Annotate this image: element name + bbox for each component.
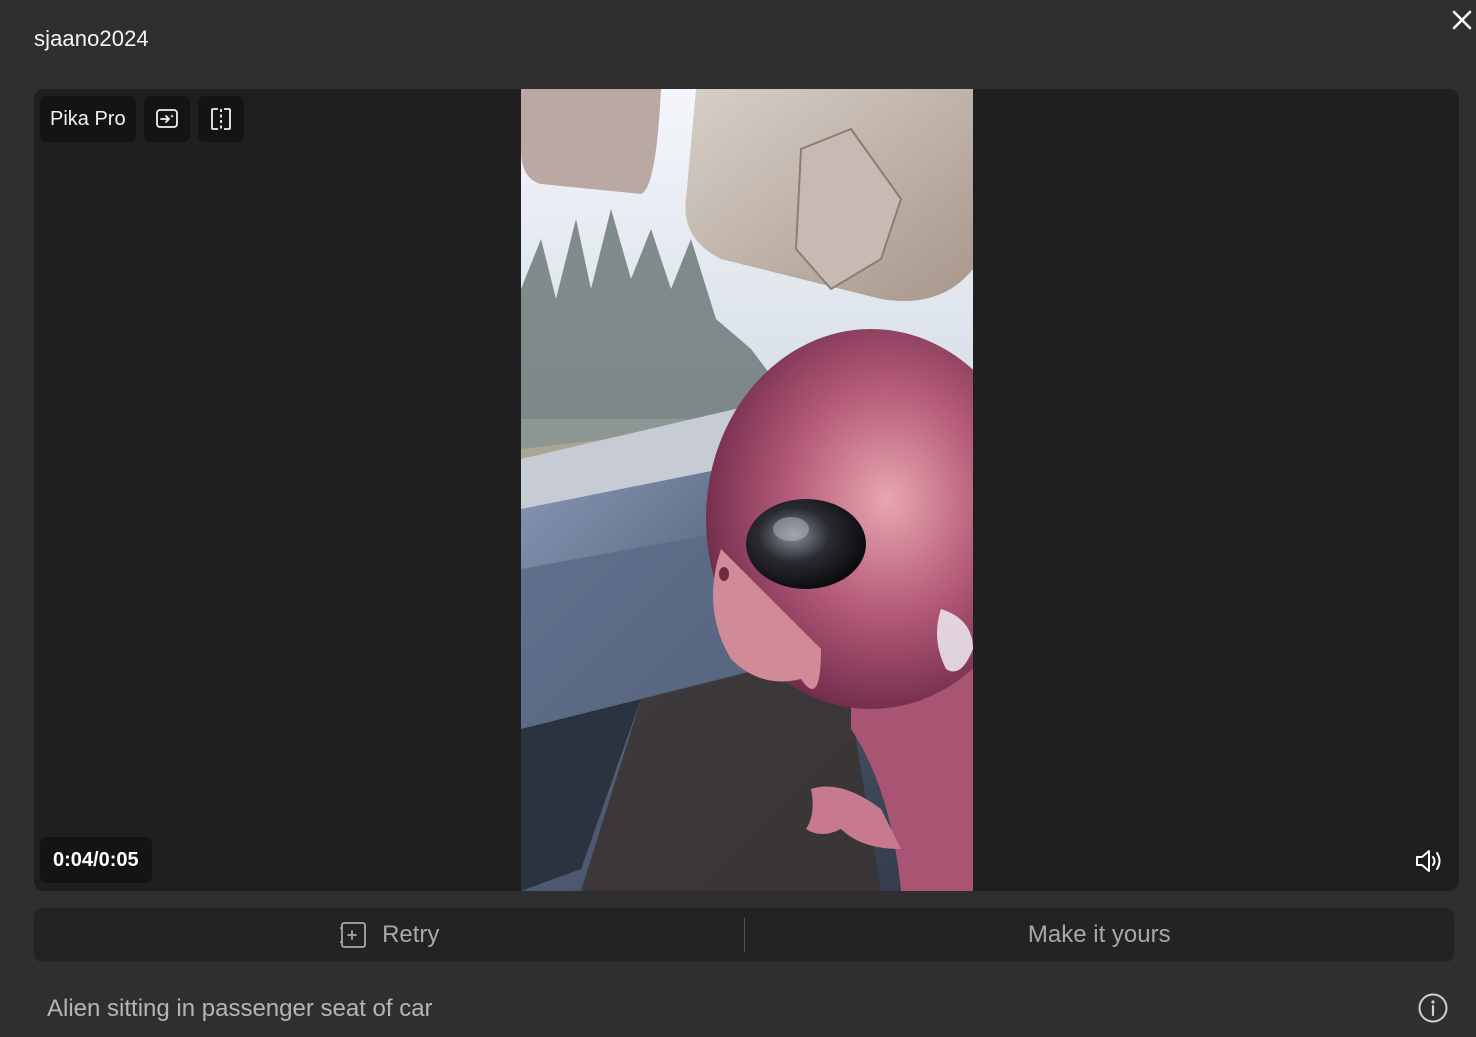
prompt-text: Alien sitting in passenger seat of car xyxy=(47,995,433,1022)
make-it-yours-label: Make it yours xyxy=(1027,921,1171,948)
info-icon[interactable] xyxy=(1417,992,1449,1024)
video-detail-modal: sjaano2024 Pika Pro 0:04/0:05 Retry Make… xyxy=(0,0,1476,1037)
creator-username[interactable]: sjaano2024 xyxy=(34,26,149,52)
player-badges: Pika Pro xyxy=(40,96,244,142)
action-bar: Retry Make it yours xyxy=(34,908,1454,962)
video-frame xyxy=(521,89,973,891)
retry-button[interactable]: Retry xyxy=(34,908,744,962)
model-badge: Pika Pro xyxy=(40,96,136,142)
time-display: 0:04/0:05 xyxy=(40,837,152,883)
split-compare-icon[interactable] xyxy=(197,96,244,142)
retry-label: Retry xyxy=(382,921,440,948)
image-to-video-icon[interactable] xyxy=(143,96,190,142)
make-it-yours-button[interactable]: Make it yours xyxy=(745,908,1455,962)
retry-icon xyxy=(340,922,366,948)
close-icon[interactable] xyxy=(1448,6,1476,34)
video-player[interactable]: Pika Pro 0:04/0:05 xyxy=(34,89,1459,891)
volume-icon[interactable] xyxy=(1414,847,1444,875)
